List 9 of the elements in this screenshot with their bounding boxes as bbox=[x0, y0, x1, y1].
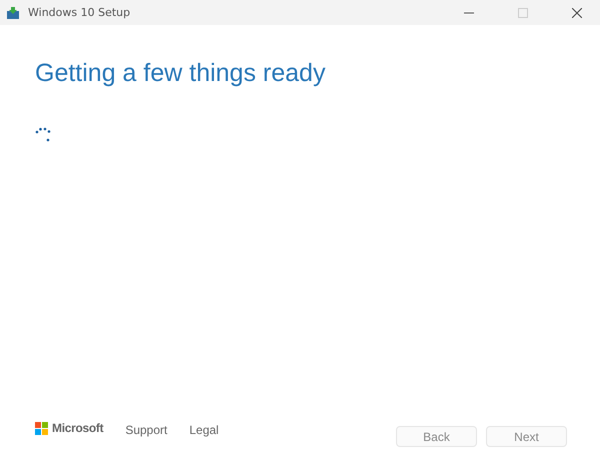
close-icon bbox=[572, 8, 582, 18]
microsoft-logo-text: Microsoft bbox=[52, 421, 104, 435]
setup-icon bbox=[7, 6, 20, 19]
microsoft-logo-icon bbox=[35, 422, 48, 434]
footer-link[interactable]: Legal bbox=[189, 423, 219, 437]
footer-link[interactable]: Support bbox=[125, 423, 168, 437]
page-heading: Getting a few things ready bbox=[35, 59, 326, 88]
maximize-icon bbox=[518, 8, 528, 18]
window-title: Windows 10 Setup bbox=[28, 6, 130, 19]
